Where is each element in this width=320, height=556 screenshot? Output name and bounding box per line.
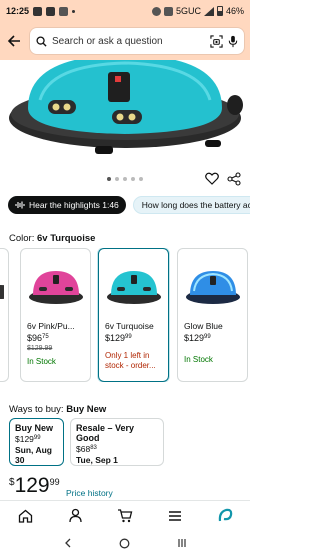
nav-cart[interactable] — [116, 507, 134, 525]
bottom-nav — [0, 500, 250, 530]
option-title: Resale – Very Good — [76, 423, 135, 443]
hamburger-menu-icon — [169, 510, 181, 521]
hear-highlights-button[interactable]: Hear the highlights 1:46 — [8, 196, 126, 214]
notification-icon — [33, 6, 43, 16]
variant-card[interactable]: Glow Blue $12999 In Stock — [177, 248, 248, 382]
option-title: Buy New — [15, 423, 54, 433]
variant-card[interactable]: 6v Pink/Pu... $9675 $129.99 In Stock — [20, 248, 91, 382]
system-home-icon[interactable] — [119, 538, 130, 549]
variant-list-price: $129.99 — [27, 345, 53, 352]
variant-card[interactable] — [0, 248, 9, 382]
hear-highlights-label: Hear the highlights 1:46 — [29, 200, 119, 210]
search-header: Search or ask a question — [0, 22, 250, 60]
system-nav-bar — [0, 530, 250, 556]
nav-rufus[interactable] — [216, 507, 234, 525]
battery-percent: 46% — [225, 6, 244, 16]
app-s-icon — [46, 6, 56, 16]
rufus-assistant-icon — [218, 508, 232, 522]
carousel-dot — [139, 177, 143, 181]
color-variants: 6v Pink/Pu... $9675 $129.99 In Stock 6v … — [0, 248, 250, 382]
home-icon — [18, 509, 32, 523]
resale-option[interactable]: Resale – Very Good $6883 Tue, Sep 1 — [70, 418, 164, 466]
signal-icon — [203, 6, 214, 16]
option-price: $6883 — [76, 444, 97, 454]
variant-image — [99, 249, 168, 319]
share-button[interactable] — [227, 172, 241, 186]
color-selector-label: Color: 6v Turquoise — [9, 233, 95, 244]
price-whole: 129 — [14, 474, 50, 497]
option-delivery: Tue, Sep 1 — [76, 455, 118, 465]
alarm-icon — [151, 6, 161, 16]
product-image — [9, 60, 243, 154]
system-back-icon[interactable] — [63, 538, 73, 548]
variant-price: $12999 — [105, 333, 132, 343]
variant-image — [0, 249, 8, 319]
price-history-link[interactable]: Price history — [66, 488, 113, 498]
share-icon — [227, 172, 241, 186]
ask-question-chip[interactable]: How long does the battery ac — [132, 196, 250, 214]
variant-name: 6v Pink/Pu... — [27, 321, 75, 331]
audio-wave-icon — [15, 201, 25, 209]
buy-new-option[interactable]: Buy New $12999 Sun, Aug 30 — [9, 418, 64, 466]
ways-label: Ways to buy: — [9, 404, 64, 415]
variant-name: 6v Turquoise — [105, 321, 154, 331]
nfc-icon — [163, 6, 173, 16]
variant-card-selected[interactable]: 6v Turquoise $12999 Only 1 left in stock… — [98, 248, 169, 382]
more-dot-icon — [72, 9, 76, 13]
back-arrow-icon — [7, 35, 20, 47]
product-image-carousel[interactable] — [0, 60, 250, 170]
option-price: $12999 — [15, 434, 41, 444]
ways-to-buy-label: Ways to buy: Buy New — [9, 404, 106, 415]
nav-menu[interactable] — [166, 507, 184, 525]
search-icon — [36, 35, 47, 47]
search-input[interactable]: Search or ask a question — [30, 28, 244, 54]
product-price: $ 129 99 — [9, 474, 60, 498]
variant-name: Glow Blue — [184, 321, 223, 331]
wishlist-button[interactable] — [205, 172, 219, 186]
status-bar: 12:25 5GUC 46% — [0, 0, 250, 22]
nav-home[interactable] — [16, 507, 34, 525]
variant-image — [178, 249, 247, 319]
ways-selected: Buy New — [66, 404, 107, 415]
color-selected: 6v Turquoise — [36, 233, 96, 244]
option-delivery: Sun, Aug 30 — [15, 445, 52, 465]
heart-icon — [205, 172, 219, 185]
battery-icon — [216, 6, 223, 16]
buy-options: Buy New $12999 Sun, Aug 30 Resale – Very… — [0, 418, 250, 468]
variant-price: $9675 — [27, 333, 49, 343]
system-recents-icon[interactable] — [177, 538, 187, 548]
carousel-dot — [115, 177, 119, 181]
network-label: 5GUC — [175, 6, 201, 16]
carousel-dot — [131, 177, 135, 181]
color-label: Color: — [9, 233, 35, 244]
price-fraction: 99 — [49, 477, 60, 487]
microphone-icon[interactable] — [228, 35, 238, 48]
person-icon — [68, 508, 82, 523]
ask-question-label: How long does the battery ac — [141, 200, 250, 210]
variant-stock: In Stock — [184, 355, 213, 364]
variant-stock: Only 1 left in stock - order... — [105, 351, 156, 370]
photo-icon — [59, 6, 69, 16]
clock: 12:25 — [6, 6, 30, 16]
variant-image — [21, 249, 90, 319]
carousel-dot — [123, 177, 127, 181]
camera-scan-icon[interactable] — [210, 34, 223, 48]
search-placeholder: Search or ask a question — [52, 35, 163, 47]
variant-stock: In Stock — [27, 357, 56, 366]
variant-price: $12999 — [184, 333, 211, 343]
back-button[interactable] — [6, 33, 22, 49]
nav-account[interactable] — [66, 507, 84, 525]
highlights-row: Hear the highlights 1:46 How long does t… — [0, 194, 250, 216]
cart-icon — [118, 509, 133, 523]
carousel-dot — [107, 177, 111, 181]
